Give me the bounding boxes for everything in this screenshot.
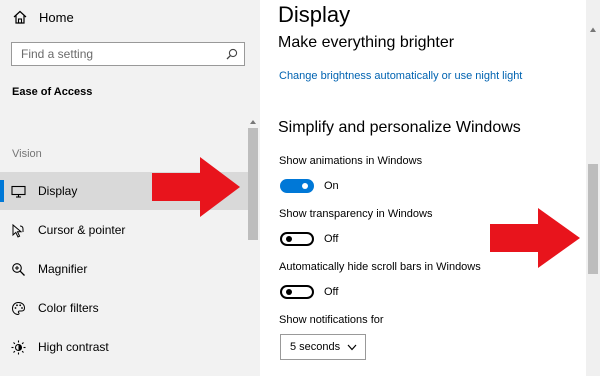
notifications-duration-dropdown[interactable]: 5 seconds [280,334,366,360]
sidebar-item-magnifier[interactable]: Magnifier [0,250,248,288]
toggle-state-label: Off [324,233,339,245]
search-icon[interactable] [226,48,238,60]
toggle-state-label: Off [324,286,339,298]
sidebar-item-label: Display [38,184,78,198]
toggle-knob [286,236,292,242]
subtitle: Make everything brighter [278,34,455,51]
search-input[interactable] [12,43,221,65]
scroll-up-arrow-icon[interactable] [249,118,257,126]
brightness-link[interactable]: Change brightness automatically or use n… [279,70,522,82]
sidebar-item-color-filters[interactable]: Color filters [0,289,248,327]
red-arrow-icon [152,157,240,217]
section-heading: Ease of Access [12,86,93,98]
scroll-up-arrow-icon[interactable] [589,26,597,33]
hide-scrollbars-toggle[interactable] [280,285,314,299]
toggle-state-label: On [324,180,339,192]
toggle-knob [286,289,292,295]
sidebar-item-label: Magnifier [38,262,88,276]
magnifier-icon [12,263,25,276]
home-nav-item[interactable]: Home [12,7,74,27]
setting-label-transparency: Show transparency in Windows [279,208,433,220]
page-title: Display [278,2,351,27]
setting-label-notifications: Show notifications for [279,314,384,326]
sidebar-item-label: Color filters [38,301,99,315]
group-label-vision: Vision [12,148,42,160]
main-scrollbar-thumb[interactable] [588,164,598,274]
sidebar-item-label: Cursor & pointer [38,223,126,237]
setting-label-hide-scrollbars: Automatically hide scroll bars in Window… [279,261,481,273]
chevron-down-icon [347,344,357,351]
color-filters-icon [11,301,26,316]
transparency-toggle[interactable] [280,232,314,246]
home-icon [13,10,27,24]
sidebar-scrollbar-thumb[interactable] [248,128,258,240]
sidebar-item-label: High contrast [38,340,109,354]
dropdown-value: 5 seconds [290,341,341,353]
search-box[interactable] [11,42,245,66]
sidebar-item-high-contrast[interactable]: High contrast [0,328,248,366]
toggle-knob [302,183,308,189]
home-label: Home [39,9,74,25]
red-arrow-icon [490,208,580,268]
animations-toggle[interactable] [280,179,314,193]
high-contrast-icon [11,340,26,355]
section-title: Simplify and personalize Windows [278,119,521,136]
selection-indicator [0,180,4,202]
cursor-icon [12,223,24,238]
monitor-icon [11,185,26,198]
setting-label-animations: Show animations in Windows [279,155,423,167]
main-content: Display Make everything brighter Change … [260,0,600,376]
